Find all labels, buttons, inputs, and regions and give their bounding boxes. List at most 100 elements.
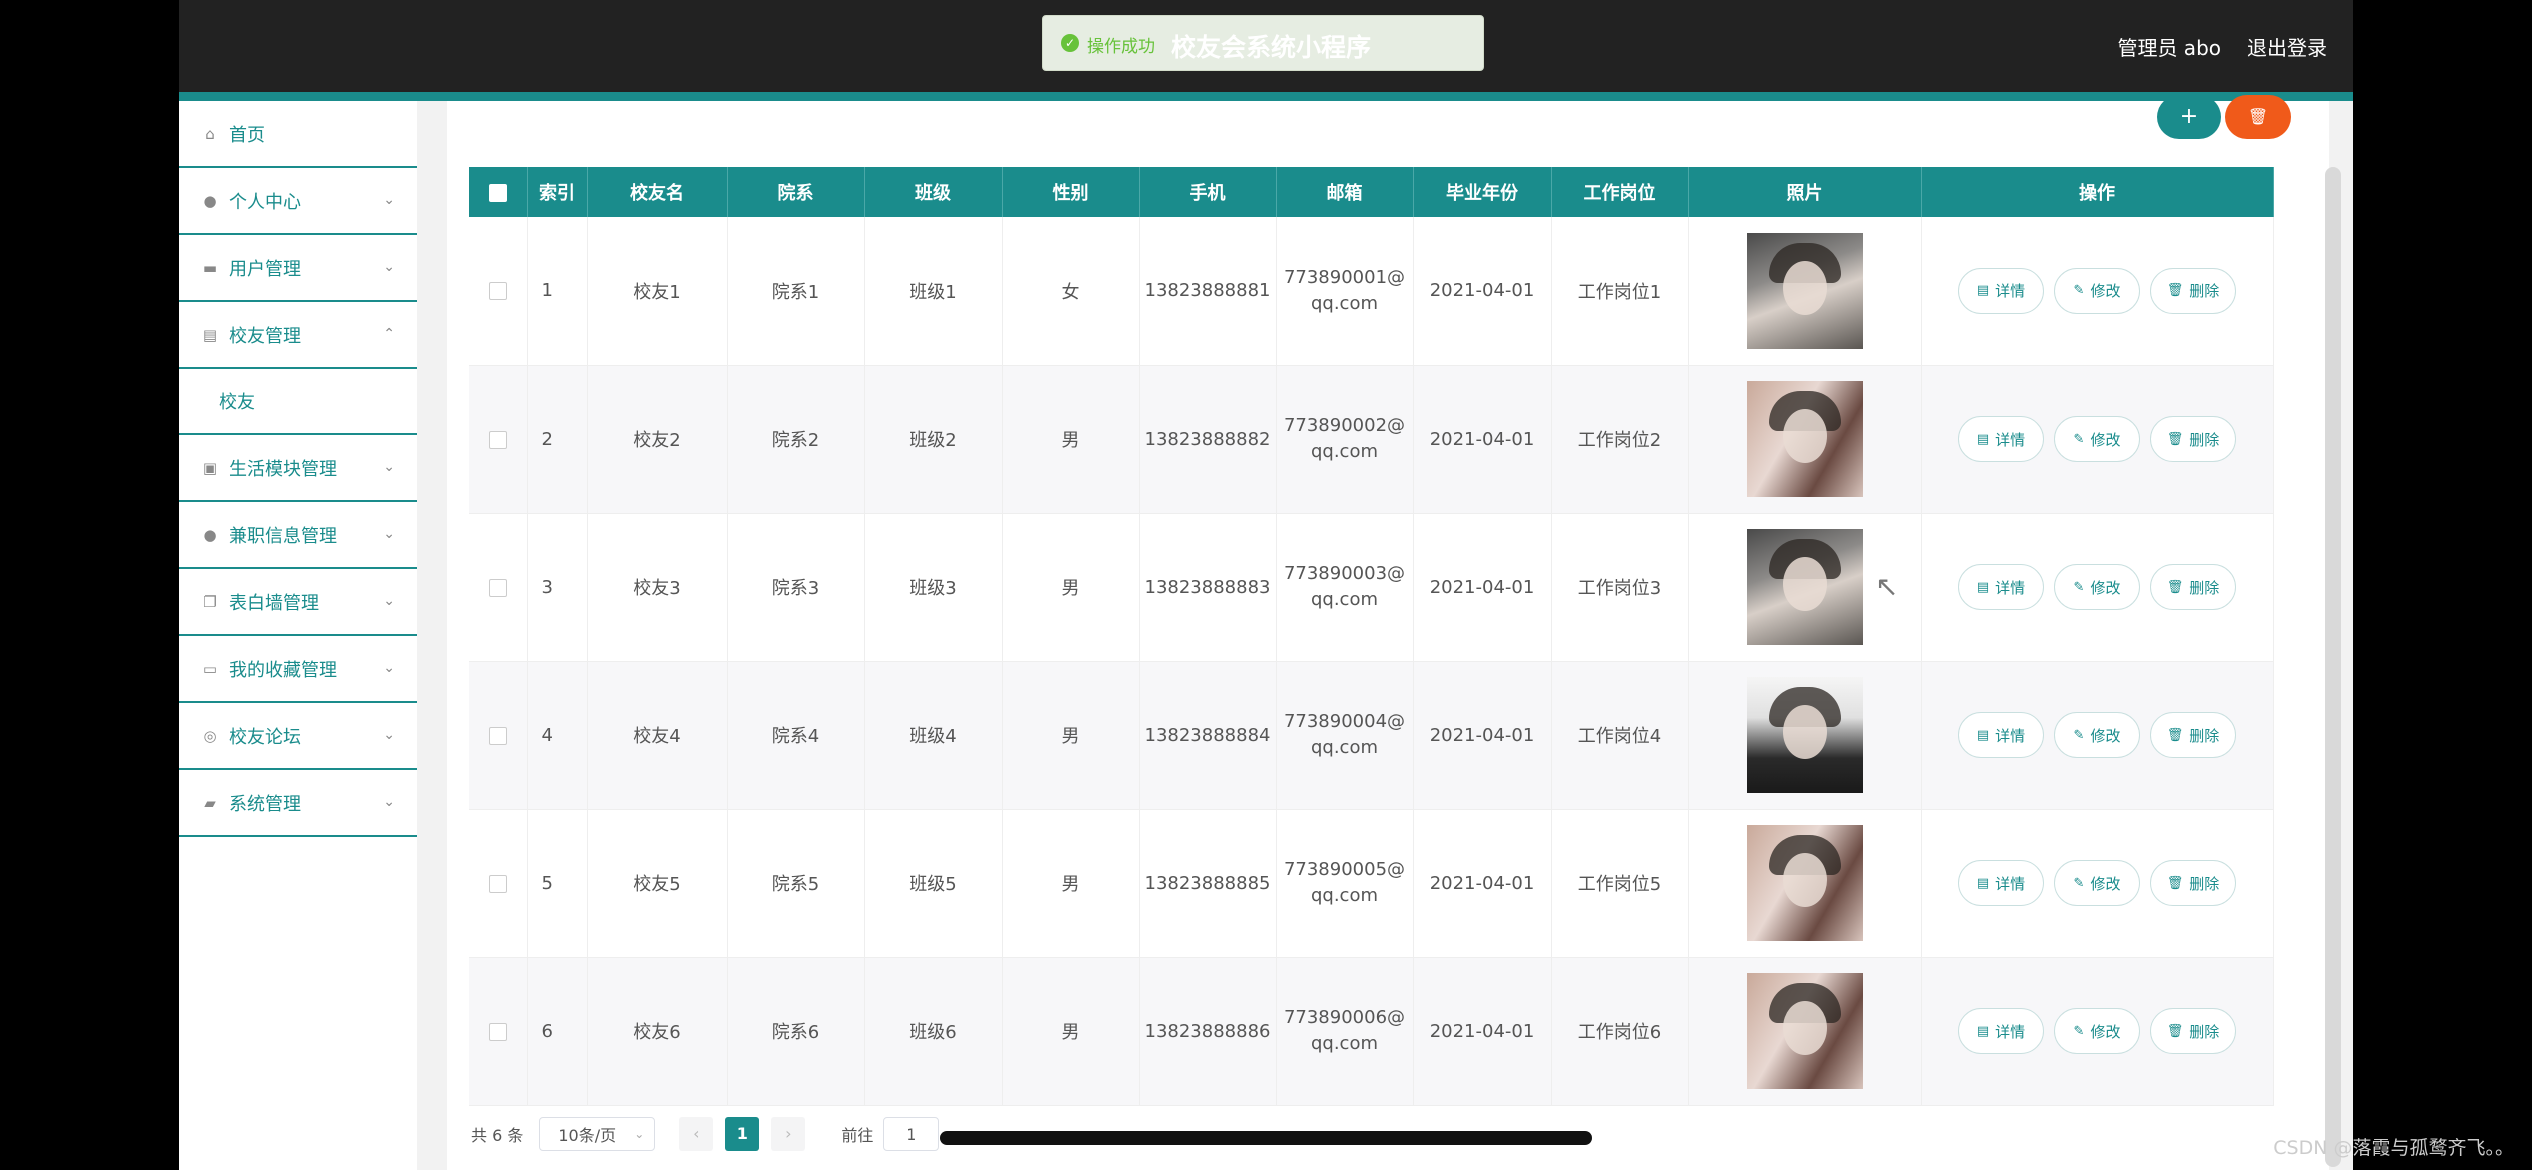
row-select-cell[interactable] <box>469 365 528 514</box>
cell-gender: 男 <box>1002 365 1140 514</box>
row-checkbox[interactable] <box>488 578 507 597</box>
admin-user-label: 管理员 abo <box>2117 35 2221 60</box>
alumni-photo[interactable] <box>1746 529 1863 645</box>
row-select-cell[interactable] <box>469 513 528 662</box>
sidebar-item-home[interactable]: ⌂ 首页 <box>179 101 417 168</box>
cell-actions: ▤ 详情 ✎ 修改 🗑 删除 <box>1921 513 2274 662</box>
email-line: 773890001@ <box>1283 266 1406 288</box>
sidebar-item-confession[interactable]: ❐ 表白墙管理 ⌄ <box>179 569 417 636</box>
alumni-photo[interactable] <box>1746 973 1863 1089</box>
cell-email: 773890004@ qq.com <box>1276 661 1414 810</box>
row-checkbox[interactable] <box>488 726 507 745</box>
briefcase-icon: ▬ <box>202 258 218 277</box>
chevron-down-icon: ⌄ <box>634 1127 645 1141</box>
row-select-cell[interactable] <box>469 217 528 366</box>
pencil-icon: ✎ <box>2073 727 2085 743</box>
sidebar-item-parttime[interactable]: ● 兼职信息管理 ⌄ <box>179 502 417 569</box>
alumni-photo[interactable] <box>1746 381 1863 497</box>
sidebar-item-label: 系统管理 <box>229 793 301 815</box>
email-line: qq.com <box>1310 589 1379 610</box>
edit-button[interactable]: ✎ 修改 <box>2054 712 2140 758</box>
prev-page-button[interactable]: ‹ <box>679 1117 714 1151</box>
cell-grad-year: 2021-04-01 <box>1413 957 1552 1106</box>
delete-button[interactable]: 🗑 删除 <box>2150 267 2236 314</box>
delete-button[interactable]: 🗑 删除 <box>2150 416 2236 462</box>
cell-dept: 院系3 <box>727 513 865 662</box>
email-line: qq.com <box>1310 737 1379 758</box>
chevron-down-icon: ⌄ <box>383 526 395 542</box>
sidebar-item-forum[interactable]: ◎ 校友论坛 ⌄ <box>179 703 417 770</box>
cell-photo <box>1688 217 1922 366</box>
cell-name: 校友2 <box>587 365 728 514</box>
delete-button[interactable]: 🗑 删除 <box>2150 860 2236 906</box>
cell-grad-year: 2021-04-01 <box>1413 365 1552 514</box>
cell-grad-year: 2021-04-01 <box>1413 513 1552 662</box>
sidebar-item-label: 首页 <box>229 124 265 146</box>
batch-delete-button[interactable]: 🗑 <box>2225 95 2291 139</box>
sidebar-item-users[interactable]: ▬ 用户管理 ⌄ <box>179 235 417 302</box>
alumni-photo[interactable] <box>1746 825 1863 941</box>
row-checkbox[interactable] <box>488 1022 507 1041</box>
row-select-cell[interactable] <box>469 661 528 810</box>
sidebar-item-alumni-mgmt[interactable]: ▤ 校友管理 ⌃ <box>179 302 417 369</box>
document-icon: ▤ <box>1976 283 1990 299</box>
delete-label: 删除 <box>2189 874 2220 893</box>
delete-button[interactable]: 🗑 删除 <box>2150 712 2236 758</box>
sidebar-item-system[interactable]: ▰ 系统管理 ⌄ <box>179 770 417 837</box>
detail-button[interactable]: ▤ 详情 <box>1958 564 2044 610</box>
edit-button[interactable]: ✎ 修改 <box>2054 564 2140 610</box>
trash-icon: 🗑 <box>2166 579 2184 595</box>
chevron-down-icon: ⌄ <box>383 593 395 609</box>
detail-button[interactable]: ▤ 详情 <box>1958 860 2044 906</box>
clipboard-icon: ▤ <box>202 325 218 344</box>
row-checkbox[interactable] <box>488 282 507 301</box>
add-button[interactable]: + <box>2157 95 2221 139</box>
select-all-header[interactable] <box>469 167 528 217</box>
detail-button[interactable]: ▤ 详情 <box>1958 267 2044 314</box>
row-select-cell[interactable] <box>469 809 528 958</box>
sidebar-item-life[interactable]: ▣ 生活模块管理 ⌄ <box>179 435 417 502</box>
vertical-scrollbar[interactable] <box>2325 167 2341 1167</box>
cell-class: 班级2 <box>864 365 1003 514</box>
goto-page-input[interactable]: 1 <box>883 1117 940 1151</box>
sidebar-subitem-alumni[interactable]: 校友 <box>179 369 417 435</box>
cell-phone: 13823888882 <box>1139 365 1277 514</box>
page-size-select[interactable]: 10条/页 ⌄ <box>539 1117 656 1151</box>
delete-label: 删除 <box>2189 1022 2220 1041</box>
edit-button[interactable]: ✎ 修改 <box>2054 1008 2140 1054</box>
edit-button[interactable]: ✎ 修改 <box>2054 860 2140 906</box>
cell-email: 773890001@ qq.com <box>1276 217 1414 366</box>
document-icon: ▤ <box>1976 1023 1990 1039</box>
email-line: qq.com <box>1310 441 1379 462</box>
detail-button[interactable]: ▤ 详情 <box>1958 416 2044 462</box>
sidebar-item-favorites[interactable]: ▭ 我的收藏管理 ⌄ <box>179 636 417 703</box>
chevron-down-icon: ⌄ <box>383 660 395 676</box>
table-row: 5 校友5 院系5 班级5 男 13823888885 773890005@ qq.com 20… <box>469 809 2274 958</box>
detail-label: 详情 <box>1995 1022 2026 1041</box>
edit-label: 修改 <box>2090 578 2121 597</box>
pagination: 共 6 条 10条/页 ⌄ ‹ 1 › 前往 1 <box>471 1117 940 1151</box>
sidebar-item-profile[interactable]: ● 个人中心 ⌄ <box>179 168 417 235</box>
mouse-cursor-icon: ↖ <box>1875 570 1899 603</box>
edit-button[interactable]: ✎ 修改 <box>2054 267 2140 314</box>
edit-button[interactable]: ✎ 修改 <box>2054 416 2140 462</box>
detail-button[interactable]: ▤ 详情 <box>1958 1008 2044 1054</box>
cell-phone: 13823888881 <box>1139 217 1277 366</box>
detail-button[interactable]: ▤ 详情 <box>1958 712 2044 758</box>
page-number-current[interactable]: 1 <box>725 1117 760 1151</box>
alumni-photo[interactable] <box>1746 677 1863 793</box>
header-photo: 照片 <box>1688 167 1922 217</box>
alumni-photo[interactable] <box>1746 232 1863 349</box>
delete-button[interactable]: 🗑 删除 <box>2150 1008 2236 1054</box>
delete-button[interactable]: 🗑 删除 <box>2150 564 2236 610</box>
row-checkbox[interactable] <box>488 874 507 893</box>
row-checkbox[interactable] <box>488 430 507 449</box>
cell-email: 773890005@ qq.com <box>1276 809 1414 958</box>
next-page-button[interactable]: › <box>771 1117 806 1151</box>
pencil-icon: ✎ <box>2073 875 2085 891</box>
delete-label: 删除 <box>2189 430 2220 449</box>
row-select-cell[interactable] <box>469 957 528 1106</box>
logout-button[interactable]: 退出登录 <box>2247 32 2327 61</box>
cell-photo <box>1688 661 1922 810</box>
select-all-checkbox[interactable] <box>488 183 507 202</box>
